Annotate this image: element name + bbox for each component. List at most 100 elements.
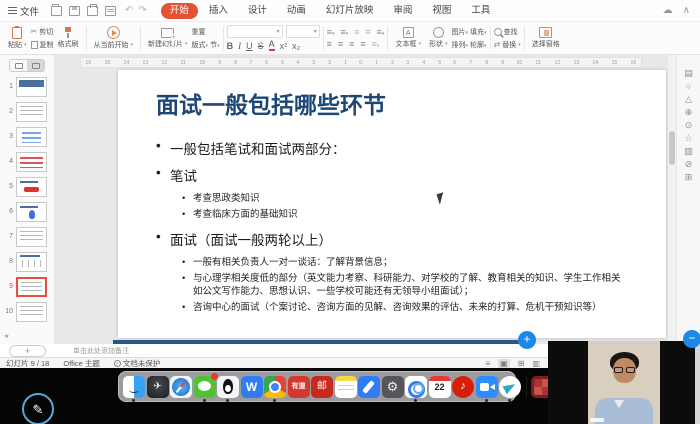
view-mode-icon[interactable]: ≡ (486, 359, 491, 368)
current-slide-canvas[interactable]: 面试一般包括哪些环节 一般包括笔试和面试两部分： 笔试 考查思政类知识 考查临床… (118, 70, 666, 338)
justify-button[interactable]: ≡ (360, 39, 365, 49)
redo-icon[interactable]: ↷ (138, 5, 146, 16)
view-mode-icon[interactable]: ▣ (498, 359, 510, 368)
side-tool-icon[interactable]: ⊘ (685, 160, 693, 169)
wps-office-icon[interactable]: W (241, 376, 263, 398)
zoom-app-icon[interactable] (476, 376, 498, 398)
slide-thumbnail-10[interactable]: 10 (0, 299, 54, 324)
undo-icon[interactable]: ↶ (125, 5, 133, 16)
copy-button[interactable]: 复制 (31, 40, 54, 50)
pen-app-icon[interactable] (358, 376, 380, 398)
side-tool-icon[interactable]: △ (685, 95, 692, 104)
find-button[interactable]: 查找 (494, 27, 521, 37)
cut-button[interactable]: ✂剪切 (31, 27, 54, 37)
cloud-sync-icon[interactable]: ☁ (663, 5, 673, 16)
subscript-button[interactable]: x₂ (292, 41, 300, 51)
print-icon[interactable] (87, 6, 98, 16)
distribute-button[interactable]: ≡▾ (372, 39, 380, 49)
outline-view-icon[interactable] (10, 60, 27, 71)
mail-icon[interactable]: 邮 (311, 376, 333, 398)
tab-design[interactable]: 设计 (239, 3, 276, 19)
chrome-icon[interactable] (264, 376, 286, 398)
vertical-scrollbar[interactable] (668, 55, 676, 344)
format-painter-button[interactable]: 格式刷 (54, 24, 83, 52)
side-tool-icon[interactable]: ⊙ (685, 121, 693, 130)
tab-slideshow[interactable]: 幻灯片放映 (317, 3, 383, 19)
slide-thumbnail-4[interactable]: 4 (0, 149, 54, 174)
strikethrough-button[interactable]: S (258, 41, 264, 51)
print-preview-icon[interactable] (105, 6, 116, 16)
system-preferences-icon[interactable]: ⚙ (382, 376, 404, 398)
outline-button[interactable]: 轮廓▾ (470, 40, 487, 50)
slide-thumbnail-1[interactable]: 1 (0, 74, 54, 99)
tab-insert[interactable]: 插入 (200, 3, 237, 19)
youdao-dict-icon[interactable]: 有道 (288, 376, 310, 398)
document-protection-status[interactable]: ✓ 文档未保护 (114, 358, 161, 369)
tab-home[interactable]: 开始 (161, 3, 198, 19)
italic-button[interactable]: I (238, 41, 241, 51)
qq-icon[interactable] (217, 376, 239, 398)
side-tool-icon[interactable]: ⊕ (685, 108, 693, 117)
increase-indent-button[interactable]: ≡ (365, 27, 370, 37)
slide-thumbnail-5[interactable]: 5 (0, 174, 54, 199)
video-minimize-button[interactable]: − (683, 330, 700, 348)
launchpad-icon[interactable]: ✈ (147, 376, 169, 398)
align-left-button[interactable]: ≡ (327, 39, 332, 49)
tab-animation[interactable]: 动画 (278, 3, 315, 19)
finder-icon[interactable] (123, 376, 145, 398)
slide-thumbnail-9[interactable]: 9 (0, 274, 54, 299)
side-tool-icon[interactable]: ☆ (684, 134, 692, 143)
side-tool-icon[interactable]: ▥ (684, 147, 693, 156)
decrease-indent-button[interactable]: ≡ (354, 27, 359, 37)
selection-pane-button[interactable]: 选择窗格 (528, 24, 564, 52)
slide-thumbnail-3[interactable]: 3 (0, 124, 54, 149)
play-from-current-button[interactable]: 从当前开始▾ (90, 24, 138, 52)
font-color-button[interactable]: A (269, 40, 275, 51)
paper-plane-app-icon[interactable] (499, 376, 521, 398)
align-center-button[interactable]: ≡ (338, 39, 343, 49)
align-right-button[interactable]: ≡ (349, 39, 354, 49)
netease-music-icon[interactable]: ♪ (452, 376, 474, 398)
view-mode-icon[interactable]: ⊞ (518, 359, 525, 368)
bold-button[interactable]: B (227, 41, 234, 51)
file-menu-button[interactable]: 文件 (8, 4, 39, 18)
wechat-icon[interactable] (194, 376, 216, 398)
font-name-dropdown[interactable] (227, 25, 283, 38)
annotate-pen-button[interactable]: ✎ (22, 393, 54, 424)
text-box-button[interactable]: A 文本框▾ (391, 24, 425, 52)
new-slide-button[interactable]: 新建幻灯片▾ (144, 24, 192, 52)
underline-button[interactable]: U (246, 41, 253, 51)
reset-button[interactable]: 重置 (192, 27, 220, 37)
tab-review[interactable]: 审阅 (384, 3, 421, 19)
side-tool-icon[interactable]: ⊞ (685, 173, 693, 182)
slide-view-icon[interactable] (27, 60, 44, 71)
safari-icon[interactable] (170, 376, 192, 398)
replace-button[interactable]: ⇄替换▾ (494, 40, 521, 50)
tencent-meeting-icon[interactable] (405, 376, 427, 398)
side-tool-icon[interactable]: ○ (686, 82, 691, 91)
fill-button[interactable]: 填充▾ (470, 27, 487, 37)
notes-app-icon[interactable] (335, 376, 357, 398)
slide-title[interactable]: 面试一般包括哪些环节 (156, 86, 666, 120)
section-button[interactable]: 节▾ (210, 40, 220, 50)
shapes-button[interactable]: 形状▾ (425, 24, 452, 52)
view-mode-icon[interactable]: ▥ (532, 359, 540, 368)
webcam-video-window[interactable] (548, 341, 700, 424)
paste-button[interactable]: 粘贴▾ (4, 24, 31, 52)
slide-thumbnail-6[interactable]: 6 (0, 199, 54, 224)
tab-tools[interactable]: 工具 (462, 3, 499, 19)
picture-button[interactable]: 图片▾ (451, 27, 468, 37)
font-size-dropdown[interactable] (286, 25, 320, 38)
tab-view[interactable]: 视图 (423, 3, 460, 19)
meeting-expand-button[interactable]: + (518, 331, 536, 349)
side-tool-icon[interactable]: ▤ (684, 69, 693, 78)
slide-thumbnail-2[interactable]: 2 (0, 99, 54, 124)
slide-thumbnail-7[interactable]: 7 (0, 224, 54, 249)
calendar-icon[interactable]: 22 (429, 376, 451, 398)
slide-thumbnail-8[interactable]: 8 (0, 249, 54, 274)
scrollbar-thumb[interactable] (669, 131, 675, 165)
open-file-icon[interactable] (51, 6, 62, 16)
panel-view-toggle[interactable] (9, 59, 45, 72)
save-icon[interactable] (69, 6, 80, 16)
layout-button[interactable]: 版式▾ (192, 40, 209, 50)
